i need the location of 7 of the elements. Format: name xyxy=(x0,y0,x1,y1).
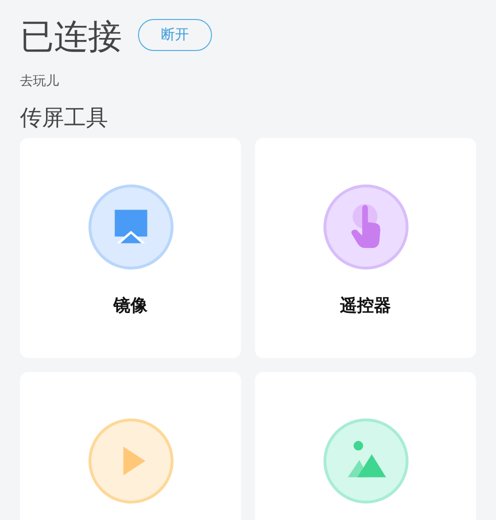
tool-label: 镜像 xyxy=(114,295,148,317)
tool-card[interactable]: 镜像 xyxy=(20,138,241,358)
section-title: 传屏工具 xyxy=(20,105,109,133)
subtitle: 去玩儿 xyxy=(20,73,60,90)
tool-card[interactable]: 遥控器 xyxy=(255,138,476,358)
tool-label: 遥控器 xyxy=(340,295,391,317)
connection-status: 已连接 xyxy=(20,16,122,59)
